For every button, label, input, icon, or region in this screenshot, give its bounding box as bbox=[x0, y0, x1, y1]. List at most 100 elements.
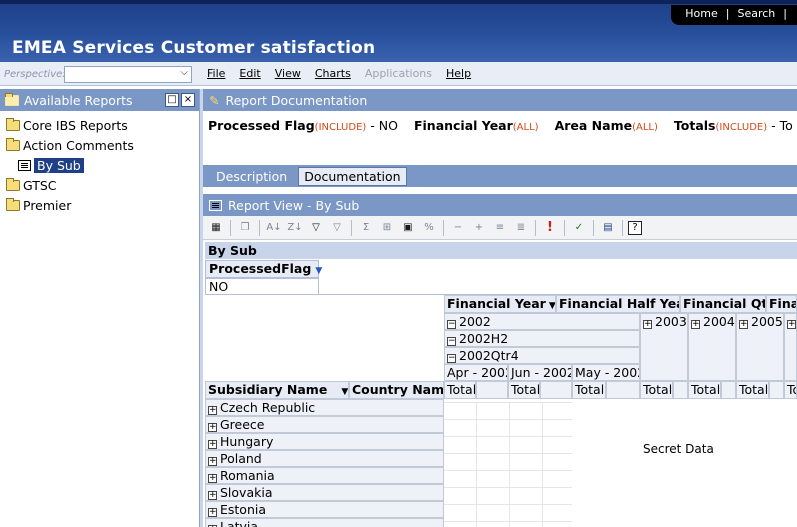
expand-icon[interactable]: + bbox=[787, 320, 796, 329]
section-title: By Sub bbox=[205, 242, 797, 259]
export-excel-icon[interactable]: ✓ bbox=[570, 219, 588, 237]
filter-summary: Processed Flag(INCLUDE) - NO Financial Y… bbox=[203, 111, 797, 140]
expand-icon[interactable]: + bbox=[208, 406, 217, 415]
show-details-icon[interactable]: ≣ bbox=[512, 219, 530, 237]
available-reports-title: Available Reports bbox=[24, 92, 133, 108]
tab-documentation[interactable]: Documentation bbox=[298, 166, 407, 186]
banner-top-strip bbox=[0, 0, 797, 4]
table-row[interactable]: + Romania bbox=[205, 467, 444, 484]
expand-icon[interactable]: + bbox=[208, 474, 217, 483]
perspective-select[interactable]: ⌵ bbox=[64, 66, 192, 83]
report-documentation-header: ✎ Report Documentation bbox=[203, 89, 797, 111]
subtotal-icon[interactable]: ⊞ bbox=[378, 219, 396, 237]
table-row[interactable]: + Hungary bbox=[205, 433, 444, 450]
home-link[interactable]: Home bbox=[685, 7, 717, 25]
column-field-financial-half-year[interactable]: Financial Half Year bbox=[556, 295, 680, 313]
menu-edit[interactable]: Edit bbox=[239, 67, 260, 80]
total-header bbox=[606, 381, 640, 399]
report-icon bbox=[18, 159, 31, 171]
filter-processed-flag: Processed Flag(INCLUDE) - NO bbox=[208, 118, 398, 133]
tree-item-premier[interactable]: Premier bbox=[0, 195, 199, 215]
autofilter-icon[interactable]: ▽ bbox=[307, 219, 325, 237]
tree-item-action-comments[interactable]: Action Comments bbox=[0, 135, 199, 155]
column-field-financial-year[interactable]: Financial Year ▼ bbox=[444, 295, 556, 313]
filter-dropdown-icon[interactable]: ▼ bbox=[315, 266, 322, 276]
sort-ascending-icon[interactable]: A↓ bbox=[265, 219, 283, 237]
table-row[interactable]: + Poland bbox=[205, 450, 444, 467]
layout-icon[interactable]: ▦ bbox=[207, 219, 225, 237]
link-separator: | bbox=[725, 7, 730, 20]
expand-icon[interactable]: + bbox=[691, 320, 700, 329]
restore-button[interactable]: □ bbox=[165, 93, 179, 107]
expand-icon[interactable]: + bbox=[208, 440, 217, 449]
total-header: Total bbox=[508, 381, 540, 399]
alert-icon[interactable]: ! bbox=[541, 219, 559, 237]
chevron-down-icon: ▼ bbox=[548, 301, 556, 311]
folder-icon bbox=[6, 117, 20, 131]
tree-item-label: GTSC bbox=[23, 177, 57, 193]
year-more[interactable]: + bbox=[784, 313, 797, 381]
menus: File Edit View Charts Applications Help bbox=[207, 67, 471, 80]
month-may-2002[interactable]: May - 2002 bbox=[572, 364, 640, 381]
collapse-icon[interactable]: − bbox=[447, 337, 456, 346]
year-2005[interactable]: +2005 bbox=[736, 313, 784, 381]
filter-field-processed-flag[interactable]: ProcessedFlag ▼ bbox=[205, 260, 322, 278]
year-2003[interactable]: +2003 bbox=[640, 313, 688, 381]
table-row[interactable]: + Greece bbox=[205, 416, 444, 433]
expand-icon[interactable]: + bbox=[208, 491, 217, 500]
collapse-icon[interactable]: − bbox=[447, 320, 456, 329]
search-link[interactable]: Search bbox=[737, 7, 775, 25]
hide-details-icon[interactable]: ≡ bbox=[491, 219, 509, 237]
show-top-icon[interactable]: ▽ bbox=[328, 219, 346, 237]
expand-icon[interactable]: + bbox=[208, 457, 217, 466]
help-icon[interactable]: ? bbox=[628, 220, 642, 235]
doc-tabs: Description Documentation bbox=[203, 165, 797, 187]
tree-item-by-sub[interactable]: By Sub bbox=[0, 155, 199, 175]
expand-icon[interactable]: + bbox=[208, 423, 217, 432]
calculated-field-icon[interactable]: ▣ bbox=[399, 219, 417, 237]
table-row[interactable]: + Slovakia bbox=[205, 484, 444, 501]
report-view-title: Report View - By Sub bbox=[228, 197, 360, 213]
folder-icon bbox=[6, 197, 20, 211]
row-field-country-name[interactable]: Country Name bbox=[349, 381, 444, 399]
tree-item-gtsc[interactable]: GTSC bbox=[0, 175, 199, 195]
table-row[interactable]: + Czech Republic bbox=[205, 399, 444, 416]
year-2002[interactable]: −2002 bbox=[444, 313, 640, 330]
copy-icon[interactable]: ❐ bbox=[236, 219, 254, 237]
menu-charts[interactable]: Charts bbox=[315, 67, 351, 80]
perspective-label: Perspective: bbox=[4, 69, 66, 80]
app-title: EMEA Services Customer satisfaction bbox=[12, 38, 376, 58]
menu-file[interactable]: File bbox=[207, 67, 225, 80]
expand-icon[interactable]: + bbox=[208, 508, 217, 517]
header-banner: Home | Search | EMEA Services Customer s… bbox=[0, 0, 797, 62]
year-2004[interactable]: +2004 bbox=[688, 313, 736, 381]
tab-description[interactable]: Description bbox=[211, 168, 292, 185]
menu-help[interactable]: Help bbox=[446, 67, 471, 80]
qtr-2002qtr4[interactable]: −2002Qtr4 bbox=[444, 347, 640, 364]
row-field-subsidiary-name[interactable]: Subsidiary Name ▼ bbox=[205, 381, 349, 399]
filter-financial-year: Financial Year(ALL) bbox=[413, 118, 539, 133]
show-as-icon[interactable]: % bbox=[420, 219, 438, 237]
expand-icon[interactable]: + bbox=[739, 320, 748, 329]
expand-icon[interactable]: + bbox=[470, 219, 488, 237]
table-row[interactable]: + Estonia bbox=[205, 501, 444, 518]
collapse-icon[interactable]: − bbox=[447, 354, 456, 363]
expand-icon[interactable]: + bbox=[643, 320, 652, 329]
month-apr-2002[interactable]: Apr - 2002 bbox=[444, 364, 508, 381]
autosum-icon[interactable]: Σ bbox=[357, 219, 375, 237]
tree-item-label: Action Comments bbox=[23, 137, 134, 153]
tree-item-label: By Sub bbox=[34, 157, 84, 173]
sort-descending-icon[interactable]: Z↓ bbox=[286, 219, 304, 237]
close-button[interactable]: × bbox=[181, 93, 195, 107]
menu-view[interactable]: View bbox=[275, 67, 301, 80]
tree-item-core-ibs-reports[interactable]: Core IBS Reports bbox=[0, 115, 199, 135]
table-row[interactable]: +Latvia bbox=[205, 518, 444, 527]
column-field-financial-more[interactable]: Fina bbox=[766, 295, 797, 313]
month-jun-2002[interactable]: Jun - 2002 bbox=[508, 364, 572, 381]
folder-icon bbox=[6, 177, 20, 191]
collapse-icon[interactable]: − bbox=[449, 219, 467, 237]
field-list-icon[interactable]: ▤ bbox=[599, 219, 617, 237]
available-reports-panel: Available Reports □ × Core IBS Reports A… bbox=[0, 89, 200, 527]
column-field-financial-qtr[interactable]: Financial Qtr bbox=[680, 295, 766, 313]
half-year-2002h2[interactable]: −2002H2 bbox=[444, 330, 640, 347]
